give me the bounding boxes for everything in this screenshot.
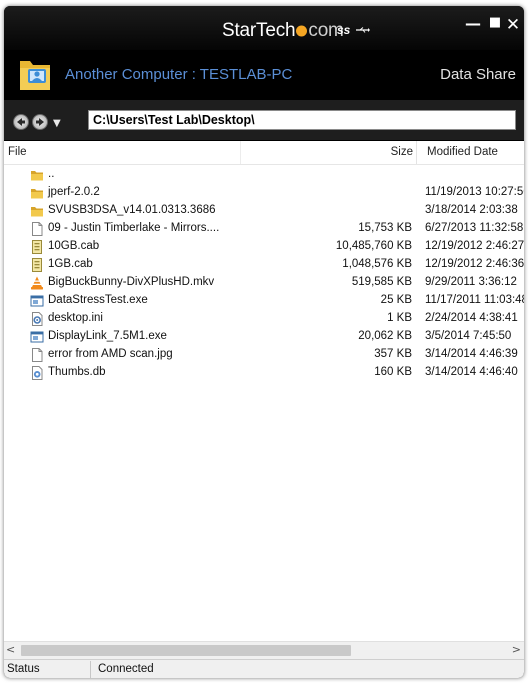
file-modified-date: 9/29/2011 3:36:12 xyxy=(425,276,517,288)
close-button[interactable]: ✕ xyxy=(503,15,523,35)
file-name: DisplayLink_7.5M1.exe xyxy=(48,330,167,342)
superspeed-label: ss xyxy=(337,23,351,37)
status-label: Status xyxy=(7,663,40,675)
usb-icon xyxy=(356,27,370,33)
file-modified-date: 6/27/2013 11:32:58 xyxy=(425,222,524,234)
file-name: jperf-2.0.2 xyxy=(48,186,100,198)
file-rows: .. jperf-2.0.2 11/19/2013 10:27:56 SVUSB3DS… xyxy=(4,166,524,382)
file-modified-date: 2/24/2014 4:38:41 xyxy=(425,312,518,324)
path-input[interactable] xyxy=(88,110,516,130)
status-bar: Status Connected xyxy=(4,659,524,678)
db-icon xyxy=(30,366,44,380)
file-size: 160 KB xyxy=(374,366,412,378)
file-size: 25 KB xyxy=(380,294,412,306)
cab-icon xyxy=(30,240,44,254)
minimize-icon: — xyxy=(465,14,481,33)
file-size: 10,485,760 KB xyxy=(335,240,412,252)
status-value: Connected xyxy=(98,663,154,675)
arrow-left-icon xyxy=(17,118,25,126)
file-icon xyxy=(30,222,44,236)
folder-icon xyxy=(30,168,44,182)
status-divider xyxy=(90,661,91,678)
address-bar: ▼ xyxy=(4,100,524,140)
minimize-button[interactable]: — xyxy=(463,14,483,34)
file-modified-date: 3/14/2014 4:46:40 xyxy=(425,366,518,378)
computer-folder-icon xyxy=(20,61,50,90)
table-row[interactable]: SVUSB3DSA_v14.01.0313.3686 3/18/2014 2:03… xyxy=(4,202,524,220)
file-name: error from AMD scan.jpg xyxy=(48,348,173,360)
scroll-left-icon[interactable]: < xyxy=(6,643,15,656)
file-name: desktop.ini xyxy=(48,312,103,324)
file-size: 20,062 KB xyxy=(358,330,412,342)
table-row[interactable]: DataStressTest.exe 25 KB 11/17/2011 11:03:… xyxy=(4,292,524,310)
file-list: File Size Modified Date .. jperf-2.0.2 11/… xyxy=(4,141,524,641)
forward-button[interactable] xyxy=(32,114,48,130)
brand-dot-icon xyxy=(296,25,308,37)
back-button[interactable] xyxy=(13,114,29,130)
table-row[interactable]: desktop.ini 1 KB 2/24/2014 4:38:41 xyxy=(4,310,524,328)
file-name: SVUSB3DSA_v14.01.0313.3686 xyxy=(48,204,216,216)
exe-icon xyxy=(30,294,44,308)
file-modified-date: 3/5/2014 7:45:50 xyxy=(425,330,512,342)
file-size: 357 KB xyxy=(374,348,412,360)
file-name: 09 - Justin Timberlake - Mirrors.... xyxy=(48,222,220,234)
table-row[interactable]: BigBuckBunny-DivXPlusHD.mkv 519,585 KB 9/2… xyxy=(4,274,524,292)
arrow-right-icon xyxy=(36,118,44,126)
folder-icon xyxy=(30,204,44,218)
column-header-file[interactable]: File xyxy=(8,141,27,164)
mode-label: Data Share xyxy=(440,66,516,83)
column-headers: File Size Modified Date xyxy=(4,141,524,165)
history-dropdown-icon[interactable]: ▼ xyxy=(53,118,61,129)
file-modified-date: 3/14/2014 4:46:39 xyxy=(425,348,518,360)
table-row[interactable]: .. xyxy=(4,166,524,184)
file-size: 1 KB xyxy=(387,312,412,324)
file-name: BigBuckBunny-DivXPlusHD.mkv xyxy=(48,276,215,288)
table-row[interactable]: DisplayLink_7.5M1.exe 20,062 KB 3/5/2014 7… xyxy=(4,328,524,346)
file-modified-date: 11/17/2011 11:03:48 xyxy=(425,294,524,306)
table-row[interactable]: Thumbs.db 160 KB 3/14/2014 4:46:40 xyxy=(4,364,524,382)
settings-file-icon xyxy=(30,312,44,326)
exe-icon xyxy=(30,330,44,344)
file-name: .. xyxy=(48,168,55,180)
app-window: StarTech com ss — ■ ✕ Another Computer : … xyxy=(4,6,524,678)
table-row[interactable]: jperf-2.0.2 11/19/2013 10:27:56 xyxy=(4,184,524,202)
maximize-button[interactable]: ■ xyxy=(485,15,505,35)
file-name: 10GB.cab xyxy=(48,240,100,252)
file-size: 519,585 KB xyxy=(351,276,412,288)
file-name: 1GB.cab xyxy=(48,258,93,270)
scroll-right-icon[interactable]: > xyxy=(512,643,521,656)
scrollbar-thumb[interactable] xyxy=(21,645,351,656)
title-bar[interactable]: StarTech com ss — ■ ✕ xyxy=(4,6,524,50)
maximize-icon: ■ xyxy=(488,15,502,30)
cab-icon xyxy=(30,258,44,272)
file-modified-date: 12/19/2012 2:46:36 xyxy=(425,258,524,270)
table-row[interactable]: 10GB.cab 10,485,760 KB 12/19/2012 2:46:27 xyxy=(4,238,524,256)
close-icon: ✕ xyxy=(505,15,521,35)
column-header-size[interactable]: Size xyxy=(240,141,413,164)
table-row[interactable]: 09 - Justin Timberlake - Mirrors.... 15,7… xyxy=(4,220,524,238)
table-row[interactable]: error from AMD scan.jpg 357 KB 3/14/2014 4… xyxy=(4,346,524,364)
file-modified-date: 3/18/2014 2:03:38 xyxy=(425,204,518,216)
file-size: 1,048,576 KB xyxy=(342,258,412,270)
column-header-modified[interactable]: Modified Date xyxy=(416,141,524,164)
file-icon xyxy=(30,348,44,362)
vlc-icon xyxy=(30,276,44,290)
file-size: 15,753 KB xyxy=(358,222,412,234)
folder-icon xyxy=(30,186,44,200)
file-modified-date: 11/19/2013 10:27:56 xyxy=(425,186,524,198)
file-name: Thumbs.db xyxy=(48,366,106,378)
brand-logo: StarTech com xyxy=(222,20,344,41)
remote-computer-name: Another Computer : TESTLAB-PC xyxy=(65,66,293,83)
table-row[interactable]: 1GB.cab 1,048,576 KB 12/19/2012 2:46:36 xyxy=(4,256,524,274)
file-modified-date: 12/19/2012 2:46:27 xyxy=(425,240,524,252)
connection-header: Another Computer : TESTLAB-PC Data Share xyxy=(4,50,524,100)
horizontal-scrollbar[interactable]: < > xyxy=(4,641,524,659)
file-name: DataStressTest.exe xyxy=(48,294,148,306)
